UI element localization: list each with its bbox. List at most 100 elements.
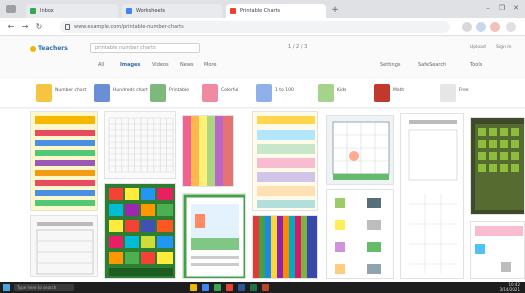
result-image[interactable] — [182, 115, 234, 187]
result-image[interactable] — [182, 193, 246, 279]
image-results-grid — [0, 109, 525, 283]
close-icon[interactable]: ✕ — [512, 4, 520, 12]
result-image[interactable] — [252, 215, 318, 279]
lock-icon — [65, 24, 70, 30]
result-image[interactable] — [470, 117, 525, 215]
tab-label: Worksheets — [136, 8, 166, 14]
back-icon[interactable]: ← — [6, 22, 16, 32]
browser-icon[interactable] — [202, 284, 209, 291]
safesearch-link[interactable]: SafeSearch — [418, 62, 446, 68]
browser-menu-icon[interactable] — [6, 5, 16, 13]
subnav-all[interactable]: All — [98, 62, 104, 68]
colorful-chart-thumbnail — [109, 188, 173, 276]
hundreds-grid-thumbnail — [108, 117, 174, 173]
subnav-news[interactable]: News — [180, 62, 194, 68]
result-image[interactable] — [30, 111, 98, 211]
pastel-chart-thumbnail — [257, 116, 315, 208]
chip-1-to-100[interactable]: 1 to 100 — [256, 84, 310, 102]
dark-chart-thumbnail — [475, 124, 524, 210]
favicon-icon — [126, 8, 132, 14]
os-taskbar: Type here to search 10:42 3/14/2021 — [0, 282, 525, 293]
browser-window: Inbox Worksheets Printable Charts + – ❐ … — [0, 0, 525, 293]
favicon-icon — [30, 8, 36, 14]
url-text: www.example.com/printable-number-charts — [74, 24, 184, 30]
browser-toolbar: ← → ↻ www.example.com/printable-number-c… — [0, 18, 525, 36]
site-logo[interactable]: Teachers — [30, 45, 68, 52]
site-search-input[interactable]: printable number charts — [90, 43, 200, 53]
maximize-icon[interactable]: ❐ — [498, 4, 506, 12]
chip-thumbnail — [94, 84, 110, 102]
result-image[interactable] — [326, 189, 394, 279]
chip-label: Number chart — [55, 88, 87, 93]
favicon-icon — [230, 8, 236, 14]
landscape-thumbnail — [183, 194, 245, 278]
tab-printable-charts[interactable]: Printable Charts — [226, 4, 326, 18]
result-image[interactable] — [400, 113, 464, 279]
chip-label: 1 to 100 — [275, 88, 294, 93]
result-image[interactable] — [252, 111, 318, 211]
settings-link[interactable]: Settings — [380, 62, 401, 68]
tab-strip: Inbox Worksheets Printable Charts + – ❐ … — [0, 0, 525, 18]
excel-icon[interactable] — [250, 284, 257, 291]
chip-thumbnail — [202, 84, 218, 102]
chip-number-chart[interactable]: Number chart — [36, 84, 90, 102]
site-header: Teachers printable number charts 1 / 2 /… — [0, 37, 525, 77]
logo-icon — [30, 45, 36, 52]
pager[interactable]: 1 / 2 / 3 — [288, 44, 307, 50]
result-image[interactable] — [30, 215, 98, 277]
upload-link[interactable]: Upload — [470, 45, 486, 50]
chip-thumbnail — [318, 84, 334, 102]
reload-icon[interactable]: ↻ — [34, 22, 44, 32]
start-icon[interactable] — [3, 284, 10, 291]
tools-link[interactable]: Tools — [470, 62, 482, 68]
chip-free[interactable]: Free — [440, 84, 494, 102]
chip-label: Math — [393, 88, 405, 93]
subnav-images[interactable]: Images — [120, 62, 140, 68]
extension-icon[interactable] — [476, 22, 486, 32]
app-icon[interactable] — [214, 284, 221, 291]
forward-icon[interactable]: → — [20, 22, 30, 32]
minimize-icon[interactable]: – — [484, 4, 492, 12]
chip-label: Colorful — [221, 88, 239, 93]
system-clock[interactable]: 10:42 3/14/2021 — [499, 282, 520, 292]
striped-chart-thumbnail — [183, 116, 233, 186]
tab-label: Inbox — [40, 8, 54, 14]
new-tab-button[interactable]: + — [330, 5, 340, 15]
result-image[interactable] — [104, 111, 176, 179]
chip-thumbnail — [256, 84, 272, 102]
subnav-more[interactable]: More — [204, 62, 216, 68]
address-bar[interactable]: www.example.com/printable-number-charts — [60, 21, 450, 33]
chip-printable[interactable]: Printable — [150, 84, 204, 102]
chip-colorful[interactable]: Colorful — [202, 84, 256, 102]
word-icon[interactable] — [238, 284, 245, 291]
app-icon[interactable] — [226, 284, 233, 291]
powerpoint-icon[interactable] — [262, 284, 269, 291]
tab-worksheets[interactable]: Worksheets — [122, 4, 222, 18]
avatar[interactable] — [490, 22, 500, 32]
taskbar-search-input[interactable]: Type here to search — [14, 284, 74, 291]
subnav-videos[interactable]: Videos — [152, 62, 169, 68]
result-image[interactable] — [104, 183, 176, 279]
clock-date: 3/14/2021 — [499, 286, 520, 292]
chip-thumbnail — [36, 84, 52, 102]
chip-thumbnail — [150, 84, 166, 102]
result-image[interactable] — [326, 115, 394, 185]
result-image[interactable] — [470, 221, 525, 279]
chip-label: Kids — [337, 88, 347, 93]
chip-math[interactable]: Math — [374, 84, 428, 102]
tab-label: Printable Charts — [240, 8, 281, 14]
bars-chart-thumbnail — [253, 216, 317, 278]
chip-thumbnail — [440, 84, 456, 102]
kebab-menu-icon[interactable] — [506, 22, 516, 32]
kids-chart-thumbnail — [332, 121, 390, 180]
chip-hundreds-chart[interactable]: Hundreds chart — [94, 84, 148, 102]
chip-kids[interactable]: Kids — [318, 84, 372, 102]
star-icon[interactable] — [462, 22, 472, 32]
sign-in-link[interactable]: Sign In — [496, 45, 511, 50]
worksheet-thumbnail — [36, 222, 94, 275]
file-explorer-icon[interactable] — [190, 284, 197, 291]
list-chart-thumbnail — [335, 198, 381, 274]
tab-inbox[interactable]: Inbox — [26, 4, 118, 18]
chip-thumbnail — [374, 84, 390, 102]
small-chart-thumbnail — [475, 226, 523, 272]
